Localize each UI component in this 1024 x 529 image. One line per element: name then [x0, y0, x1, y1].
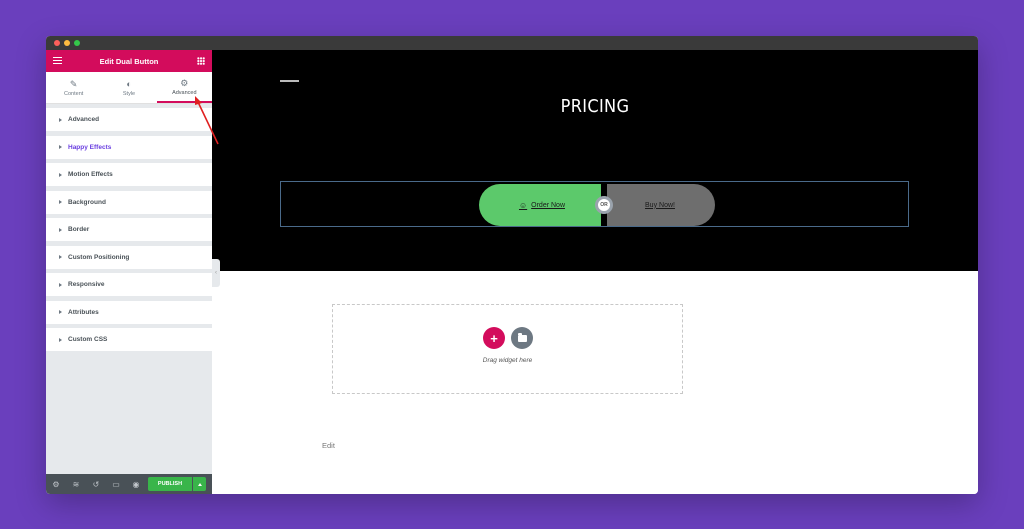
panel-collapse-handle[interactable]: ‹	[212, 259, 220, 287]
panel-tabs: ✎ Content ◐ Style ⚙ Advanced	[46, 72, 212, 104]
section-label: Happy Effects	[68, 143, 112, 151]
smile-icon: ☺	[518, 200, 528, 210]
section-label: Background	[68, 198, 106, 206]
caret-right-icon	[59, 337, 62, 342]
section-label: Advanced	[68, 116, 100, 123]
drop-zone[interactable]: + Drag widget here	[332, 304, 683, 394]
minimize-window-button[interactable]	[64, 40, 70, 46]
section-label: Responsive	[68, 281, 105, 288]
caret-right-icon	[59, 200, 62, 204]
gear-icon: ⚙	[180, 77, 189, 88]
section-attributes[interactable]: Attributes	[46, 300, 212, 324]
section-background[interactable]: Background	[46, 190, 212, 214]
publish-options-button[interactable]	[193, 477, 206, 491]
or-badge: OR	[595, 196, 613, 214]
section-label: Custom Positioning	[68, 253, 130, 261]
section-advanced[interactable]: Advanced	[46, 108, 212, 131]
hamburger-menu-icon[interactable]	[53, 57, 62, 64]
template-library-button[interactable]	[511, 327, 533, 349]
tab-content[interactable]: ✎ Content	[46, 72, 101, 103]
preview-icon[interactable]: ◉	[126, 480, 146, 489]
divider-line	[280, 80, 299, 82]
section-motion-effects[interactable]: Motion Effects	[46, 163, 212, 186]
edit-label[interactable]: Edit	[322, 441, 335, 450]
section-happy-effects[interactable]: Happy Effects	[46, 135, 212, 159]
editor-panel: Edit Dual Button ✎ Content ◐ Style ⚙ Adv…	[46, 50, 212, 494]
hero-title: PRICING	[560, 96, 630, 117]
caret-right-icon	[59, 227, 62, 232]
layers-icon[interactable]: ≋	[66, 480, 86, 489]
add-section-button[interactable]: +	[483, 327, 505, 349]
section-responsive[interactable]: Responsive	[46, 273, 212, 296]
annotation-arrow-icon	[195, 96, 219, 145]
section-border[interactable]: Border	[46, 218, 212, 241]
zoom-window-button[interactable]	[74, 40, 80, 46]
section-label: Border	[68, 226, 90, 233]
caret-right-icon	[59, 117, 62, 122]
section-label: Attributes	[68, 308, 99, 316]
settings-icon[interactable]: ⚙	[46, 480, 66, 489]
history-icon[interactable]: ↺	[86, 480, 106, 489]
section-custom-css[interactable]: Custom CSS	[46, 328, 212, 351]
panel-title: Edit Dual Button	[99, 56, 159, 66]
order-now-button[interactable]: ☺ Order Now	[479, 184, 605, 226]
browser-window: Edit Dual Button ✎ Content ◐ Style ⚙ Adv…	[46, 36, 978, 494]
caret-right-icon	[59, 172, 62, 177]
widgets-grid-icon[interactable]	[197, 57, 205, 65]
panel-footer: ⚙ ≋ ↺ ▭ ◉ PUBLISH	[46, 474, 212, 494]
folder-icon	[517, 332, 527, 342]
section-label: Motion Effects	[68, 171, 113, 178]
order-now-label: Order Now	[531, 201, 565, 209]
close-window-button[interactable]	[54, 40, 60, 46]
buy-now-label: Buy Now!	[645, 201, 675, 209]
section-custom-positioning[interactable]: Custom Positioning	[46, 245, 212, 269]
plus-icon: +	[490, 330, 498, 346]
panel-header: Edit Dual Button	[46, 50, 212, 72]
section-label: Custom CSS	[68, 336, 108, 343]
hero-section[interactable]: PRICING ☺ Order Now Buy Now! OR	[212, 50, 978, 271]
caret-right-icon	[59, 145, 62, 149]
responsive-icon[interactable]: ▭	[106, 480, 126, 489]
buy-now-button[interactable]: Buy Now!	[605, 184, 715, 226]
drop-zone-hint: Drag widget here	[482, 357, 533, 364]
section-list: Advanced Happy Effects Motion Effects Ba…	[46, 104, 212, 351]
contrast-icon: ◐	[126, 78, 132, 89]
pencil-icon: ✎	[69, 78, 78, 89]
chevron-left-icon: ‹	[215, 270, 217, 276]
dual-button-widget[interactable]: ☺ Order Now Buy Now! OR	[280, 181, 909, 227]
preview-canvas: PRICING ☺ Order Now Buy Now! OR + Drag w…	[212, 50, 978, 494]
caret-right-icon	[59, 282, 62, 287]
tab-label: Style	[122, 90, 136, 97]
publish-button[interactable]: PUBLISH	[148, 477, 192, 491]
tab-style[interactable]: ◐ Style	[101, 72, 156, 103]
tab-label: Content	[64, 90, 84, 97]
window-titlebar	[46, 36, 978, 50]
caret-right-icon	[59, 255, 62, 259]
caret-right-icon	[59, 310, 62, 314]
